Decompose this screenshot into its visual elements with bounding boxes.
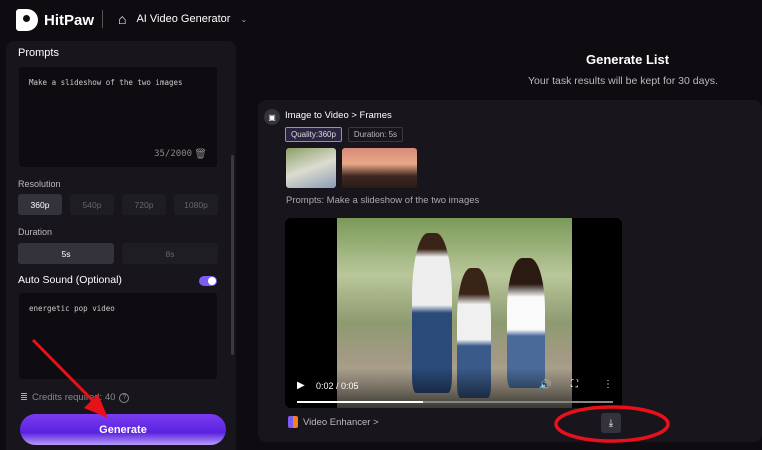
annotation-arrow [31,338,108,418]
annotation-overlay [31,338,670,443]
annotation-circle [554,405,670,443]
